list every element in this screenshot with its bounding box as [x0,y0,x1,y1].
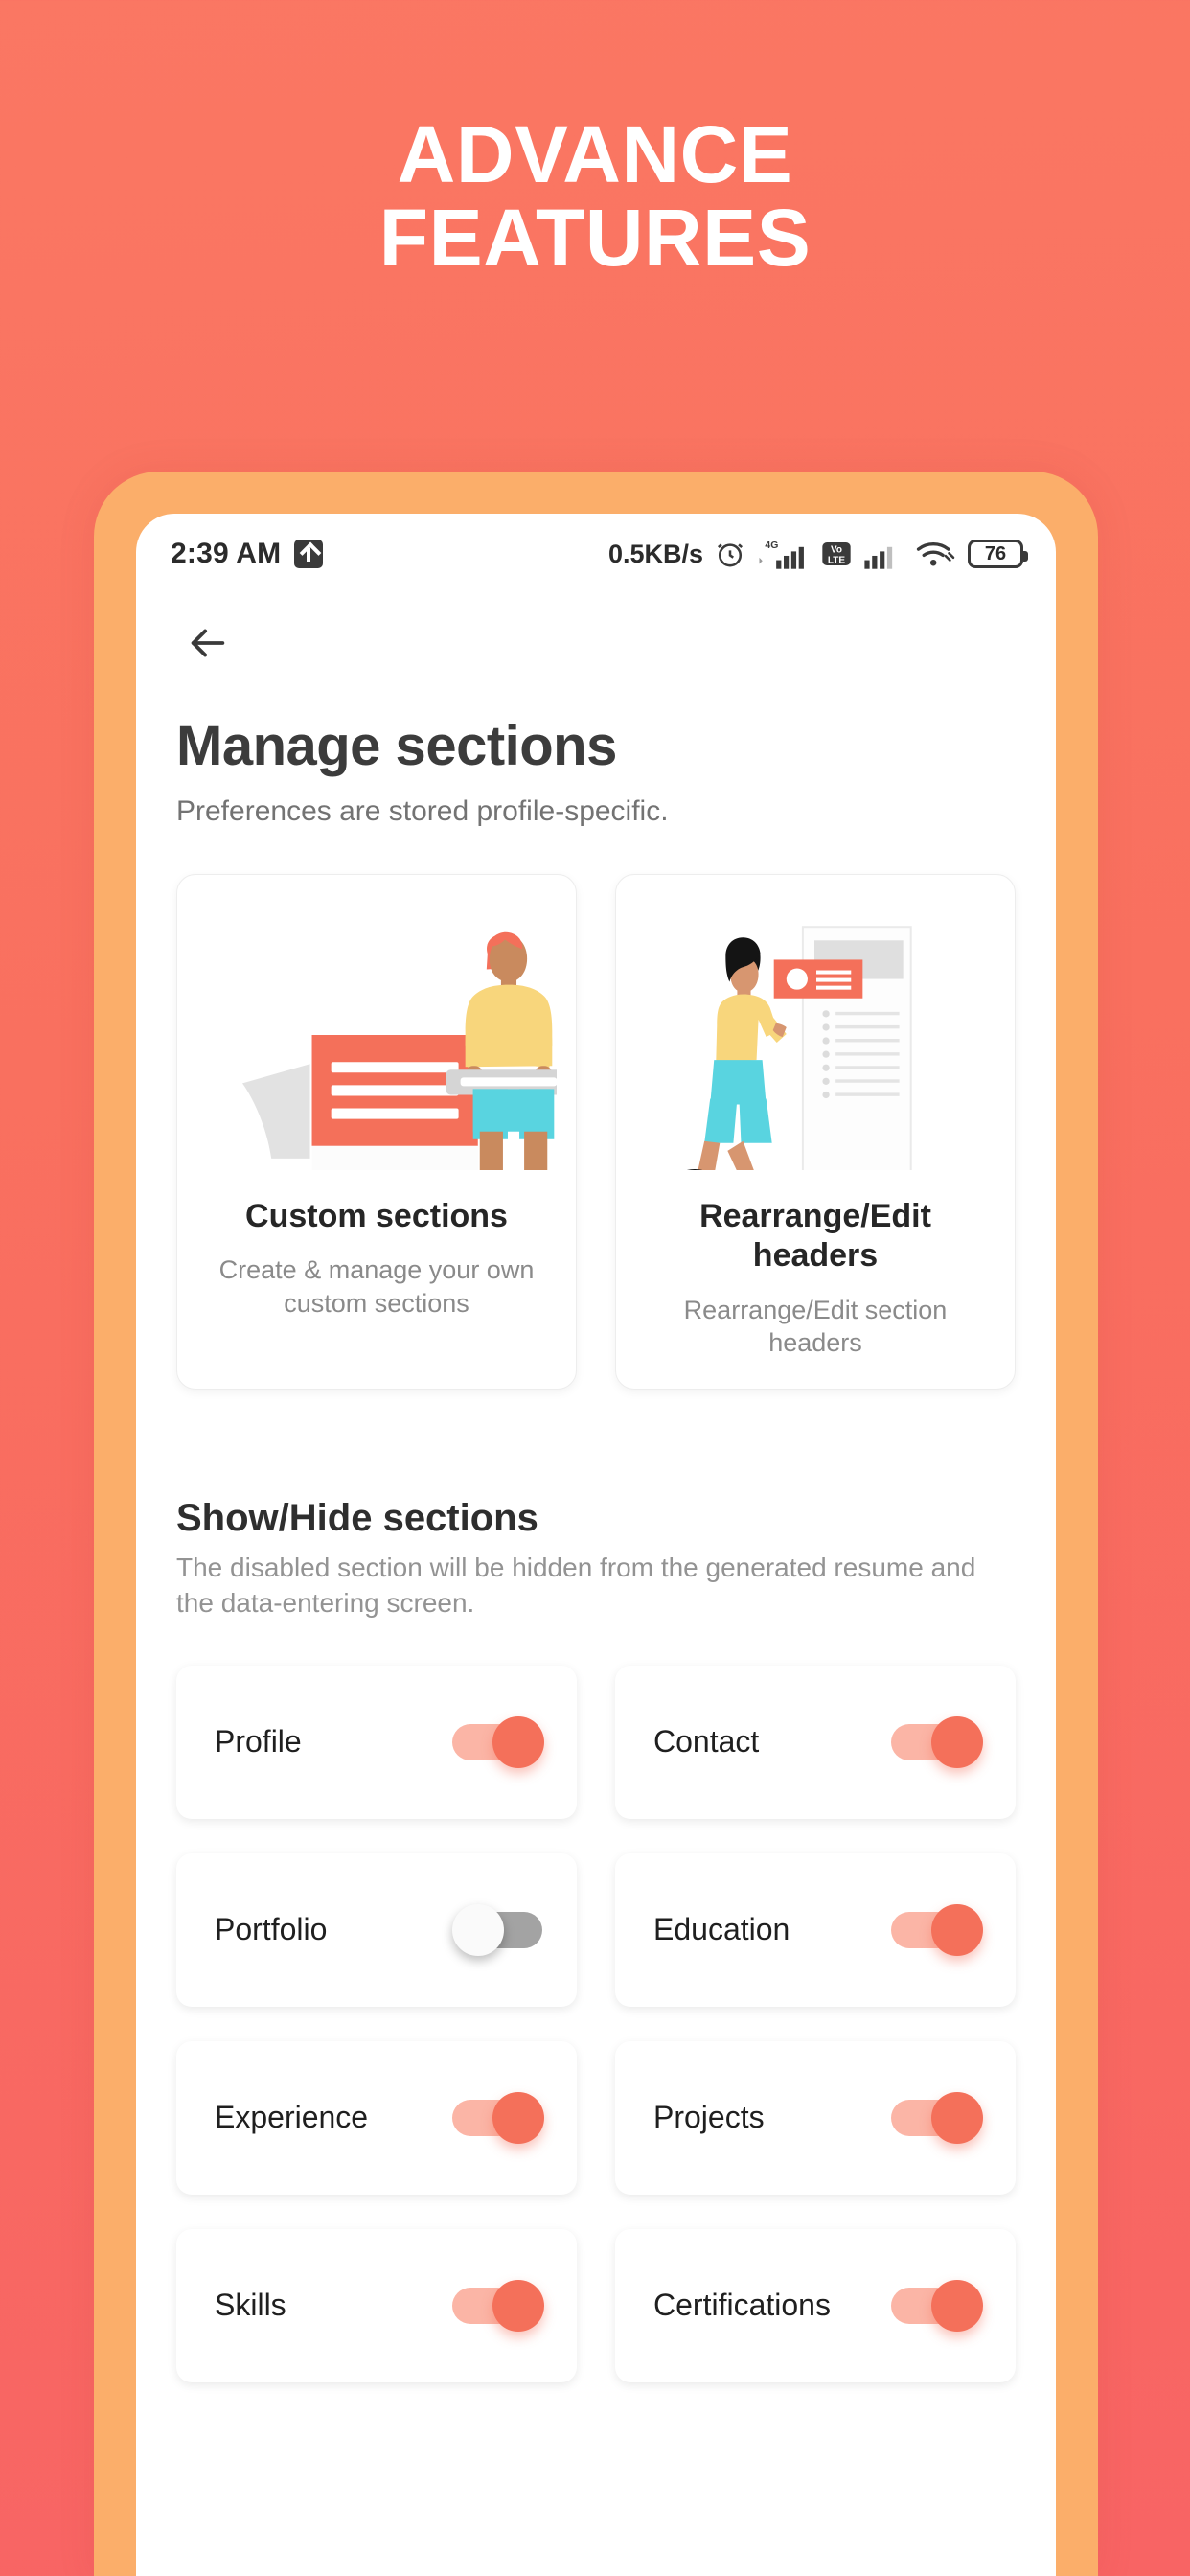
toggle-switch-certifications[interactable] [891,2279,983,2332]
show-hide-heading: Show/Hide sections [176,1497,538,1540]
toggle-card-projects[interactable]: Projects [615,2040,1016,2195]
volte-icon: Vo LTE [822,542,851,565]
toggle-switch-portfolio[interactable] [452,1903,544,1956]
feature-card-title: Custom sections [245,1198,508,1234]
show-hide-description: The disabled section will be hidden from… [176,1552,976,1619]
switch-knob [931,2279,983,2332]
feature-card-title: Rearrange/Edit headers [699,1198,931,1275]
toggle-card-portfolio[interactable]: Portfolio [176,1852,577,2007]
toggle-label: Skills [215,2288,286,2322]
toggle-label: Portfolio [215,1912,328,1946]
switch-knob [931,2091,983,2144]
toggle-switch-experience[interactable] [452,2091,544,2144]
page-title: Manage sections [176,715,617,777]
toggle-card-profile[interactable]: Profile [176,1665,577,1819]
signal-4g-icon: 4G [759,540,804,569]
person-pushing-header-card-illustration [686,926,912,1170]
toggle-label: Education [653,1912,790,1946]
switch-knob [492,2279,544,2332]
battery-level-label: 76 [984,542,1007,564]
toggle-switch-skills[interactable] [452,2279,544,2332]
promo-headline-line2: FEATURES [378,192,812,283]
app-content: Manage sections Preferences are stored p… [136,586,1056,2382]
status-bar-right: 0.5KB/s 4G Vo LTE 76 [607,538,1028,570]
switch-knob [931,1715,983,1768]
toggle-switch-projects[interactable] [891,2091,983,2144]
status-bar-left: 2:39 AM [171,538,324,570]
battery-icon: 76 [968,540,1028,568]
toggle-switch-contact[interactable] [891,1715,983,1768]
toggle-card-skills[interactable]: Skills [176,2228,577,2382]
section-toggle-grid: Profile Contact Portfolio Education Expe… [176,1665,1016,2382]
app-bar [176,586,1016,670]
status-time: 2:39 AM [171,538,282,569]
network-speed-label: 0.5KB/s [607,539,703,568]
toggle-label: Profile [215,1724,302,1759]
toggle-switch-profile[interactable] [452,1715,544,1768]
feature-card-rearrange-edit-headers[interactable]: Rearrange/Edit headers Rearrange/Edit se… [615,874,1016,1391]
alarm-clock-icon [717,543,744,567]
feature-card-row: Custom sections Create & manage your own… [176,874,1016,1391]
switch-knob [931,1903,983,1956]
svg-text:Vo: Vo [831,545,842,556]
back-arrow-icon[interactable] [186,621,230,665]
toggle-label: Projects [653,2100,765,2134]
feature-card-desc: Rearrange/Edit section headers [683,1295,948,1358]
switch-knob [492,2091,544,2144]
promo-headline-line1: ADVANCE [397,109,793,199]
signal-bars-icon [864,546,893,569]
toggle-label: Experience [215,2100,369,2134]
phone-frame: 2:39 AM 0.5KB/s 4G Vo LTE 76 Manage sect… [94,472,1098,2576]
page-subtitle: Preferences are stored profile-specific. [176,795,669,827]
toggle-card-certifications[interactable]: Certifications [615,2228,1016,2382]
toggle-card-education[interactable]: Education [615,1852,1016,2007]
promo-headline: ADVANCE FEATURES [0,113,1190,279]
toggle-card-contact[interactable]: Contact [615,1665,1016,1819]
upload-arrow-icon [294,540,324,568]
feature-card-custom-sections[interactable]: Custom sections Create & manage your own… [176,874,577,1391]
toggle-switch-education[interactable] [891,1903,983,1956]
wifi-icon [916,542,955,566]
phone-screen: 2:39 AM 0.5KB/s 4G Vo LTE 76 Manage sect… [136,514,1056,2576]
person-holding-document-illustration [242,932,557,1170]
switch-knob [452,1903,504,1956]
toggle-label: Certifications [653,2288,831,2322]
feature-card-desc: Create & manage your own custom sections [218,1255,535,1319]
svg-text:LTE: LTE [828,555,845,565]
svg-text:4G: 4G [765,540,778,551]
status-bar: 2:39 AM 0.5KB/s 4G Vo LTE 76 [136,514,1056,586]
switch-knob [492,1715,544,1768]
toggle-card-experience[interactable]: Experience [176,2040,577,2195]
toggle-label: Contact [653,1724,760,1759]
